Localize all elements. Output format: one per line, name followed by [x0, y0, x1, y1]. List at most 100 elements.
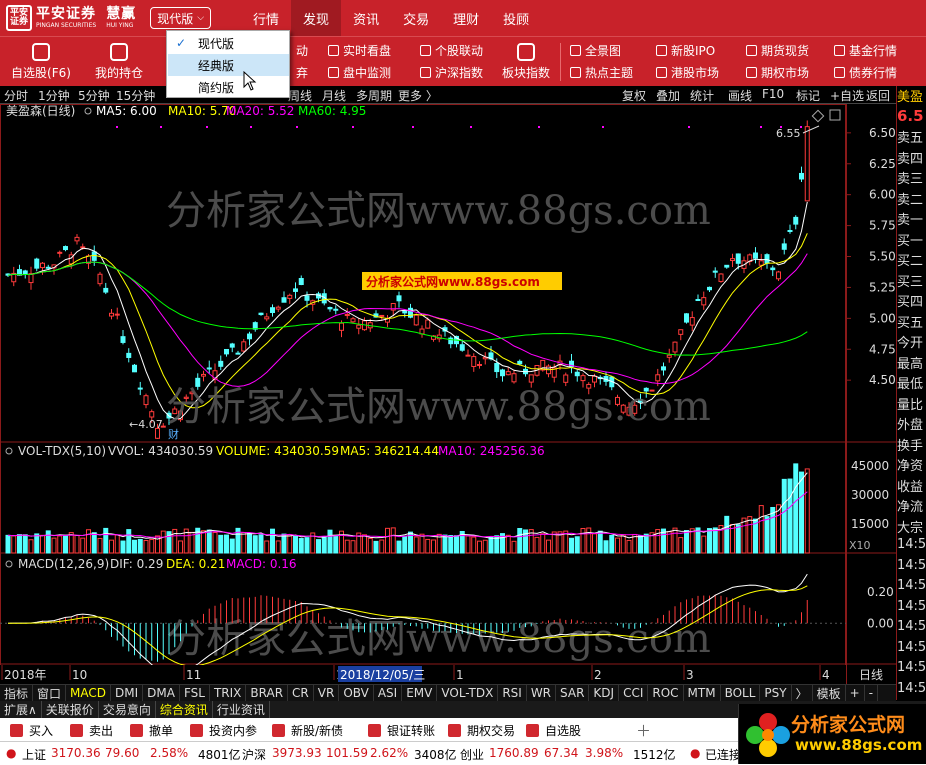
nav-item-4[interactable]: 理财: [441, 0, 491, 36]
volume-bar: [574, 536, 580, 554]
nav-item-3[interactable]: 交易: [391, 0, 441, 36]
chart-tool-1[interactable]: 叠加: [656, 87, 680, 104]
period-tab-5[interactable]: 月线: [322, 87, 346, 104]
chart-tool-0[interactable]: 复权: [622, 87, 646, 104]
nav-item-1[interactable]: 发现: [291, 0, 342, 36]
version-select[interactable]: 现代版 ⌵: [150, 7, 212, 29]
bottom-tab-4[interactable]: 行业资讯: [213, 701, 270, 718]
trade-button-4[interactable]: 新股/新债: [272, 718, 343, 742]
hs-label: 沪深: [242, 748, 267, 762]
candle-body: [287, 294, 293, 299]
indicator-tab-3[interactable]: DMI: [111, 685, 144, 701]
toolbar-link-1-1[interactable]: 盘中监测: [328, 61, 391, 83]
indicator-tab-24[interactable]: 模板: [813, 685, 846, 701]
period-tab-6[interactable]: 多周期: [356, 87, 392, 104]
toolbar-document-button[interactable]: 我的持仓: [82, 37, 156, 87]
app-window: 平安证券 平安证券 PINGAN SECURITIES 慧赢 HUI YING …: [0, 0, 926, 765]
indicator-tab-19[interactable]: ROC: [648, 685, 684, 701]
indicator-tab-17[interactable]: KDJ: [589, 685, 620, 701]
toolbar-link-1-4[interactable]: 港股市场: [656, 61, 719, 83]
indicator-tab-9[interactable]: VR: [314, 685, 340, 701]
toolbar-link-0-2[interactable]: 个股联动: [420, 39, 483, 61]
kline-chart[interactable]: 美盈森(日线) MA5: 6.00 MA10: 5.70MA20: 5.52 MA60…: [0, 104, 846, 684]
indicator-tab-18[interactable]: CCI: [619, 685, 649, 701]
version-option-0[interactable]: ✓ 现代版: [168, 32, 289, 54]
trade-button-3[interactable]: 投资内参: [190, 718, 257, 742]
trade-button-2[interactable]: 撤单: [130, 718, 173, 742]
indicator-tab-21[interactable]: BOLL: [721, 685, 761, 701]
vol-unit-label: X10: [849, 539, 871, 552]
indicator-tab-23[interactable]: 〉: [792, 685, 813, 701]
indicator-tab-14[interactable]: RSI: [498, 685, 527, 701]
toolbar-link-0-0[interactable]: 动: [296, 39, 308, 61]
indicator-tab-4[interactable]: DMA: [143, 685, 180, 701]
period-tab-7[interactable]: 更多 〉: [398, 87, 438, 104]
nav-item-5[interactable]: 投顾: [491, 0, 541, 36]
indicator-tab-22[interactable]: PSY: [760, 685, 792, 701]
version-select-label: 现代版: [157, 11, 194, 26]
toolbar-link-1-3[interactable]: 热点主题: [570, 61, 633, 83]
indicator-tab-11[interactable]: ASI: [374, 685, 403, 701]
period-tab-4[interactable]: 周线: [288, 87, 312, 104]
indicator-tab-0[interactable]: 指标: [0, 685, 34, 701]
period-tab-2[interactable]: 5分钟: [78, 87, 110, 104]
volume-bar: [367, 537, 373, 554]
trade-button-0[interactable]: 买入: [10, 718, 53, 742]
product-name: 慧赢: [106, 6, 137, 22]
chart-tool-3[interactable]: 画线: [728, 87, 752, 104]
period-tab-0[interactable]: 分时: [4, 87, 28, 104]
candle-body: [258, 312, 264, 316]
toolbar-bookmark-button[interactable]: 自选股(F6): [4, 37, 78, 87]
indicator-tab-25[interactable]: +: [846, 685, 865, 701]
indicator-tab-6[interactable]: TRIX: [210, 685, 247, 701]
indicator-tab-5[interactable]: FSL: [180, 685, 210, 701]
bottom-tab-0[interactable]: 扩展∧: [0, 701, 42, 718]
toolbar-link-1-2[interactable]: 沪深指数: [420, 61, 483, 83]
period-label[interactable]: 日线: [859, 668, 883, 682]
chart-tool-5[interactable]: 标记: [796, 87, 820, 104]
maximize-icon[interactable]: [829, 109, 841, 121]
volume-bar: [40, 534, 45, 554]
bottom-tab-2[interactable]: 交易意向: [99, 701, 156, 718]
toolbar-link-0-6[interactable]: 基金行情: [834, 39, 897, 61]
trade-button-6[interactable]: 期权交易: [448, 718, 515, 742]
indicator-tab-26[interactable]: -: [865, 685, 879, 701]
toolbar-link-0-1[interactable]: 实时看盘: [328, 39, 391, 61]
indicator-tab-16[interactable]: SAR: [556, 685, 590, 701]
toolbar-link-0-5[interactable]: 期货现货: [746, 39, 809, 61]
nav-item-2[interactable]: 资讯: [341, 0, 391, 36]
indicator-tab-10[interactable]: OBV: [339, 685, 374, 701]
volume-bar: [327, 529, 333, 554]
version-option-2[interactable]: 简约版: [168, 76, 289, 98]
chart-tool-4[interactable]: F10: [762, 87, 784, 101]
add-shortcut-button[interactable]: ＋: [636, 718, 651, 742]
toolbar-link-0-3[interactable]: 全景图: [570, 39, 621, 61]
indicator-tab-15[interactable]: WR: [527, 685, 557, 701]
toolbar-link-1-6[interactable]: 债券行情: [834, 61, 897, 83]
toolbar-link-1-0[interactable]: 弃: [296, 61, 308, 83]
trade-button-1[interactable]: 卖出: [70, 718, 113, 742]
candle-body: [379, 314, 385, 317]
indicator-tab-12[interactable]: EMV: [402, 685, 438, 701]
trade-button-7[interactable]: 自选股: [526, 718, 581, 742]
chart-tool-6[interactable]: +自选: [830, 87, 864, 104]
trade-button-5[interactable]: 银证转账: [368, 718, 435, 742]
period-tab-1[interactable]: 1分钟: [38, 87, 70, 104]
indicator-tab-13[interactable]: VOL-TDX: [437, 685, 499, 701]
indicator-tab-20[interactable]: MTM: [684, 685, 721, 701]
bottom-tab-3[interactable]: 综合资讯: [156, 701, 213, 718]
volume-bar: [580, 527, 586, 554]
chart-tool-7[interactable]: 返回: [866, 87, 890, 104]
bottom-tab-1[interactable]: 关联报价: [42, 701, 99, 718]
version-option-1[interactable]: 经典版: [168, 54, 289, 76]
toolbar-link-1-5[interactable]: 期权市场: [746, 61, 809, 83]
indicator-tab-2[interactable]: MACD: [66, 685, 112, 701]
indicator-tab-8[interactable]: CR: [288, 685, 314, 701]
chart-tool-2[interactable]: 统计: [690, 87, 714, 104]
indicator-tab-7[interactable]: BRAR: [246, 685, 289, 701]
volume-bar: [350, 540, 356, 554]
toolbar-link-0-4[interactable]: 新股IPO: [656, 39, 715, 61]
toolbar-globe-button[interactable]: 板块指数: [494, 37, 558, 87]
period-tab-3[interactable]: 15分钟: [116, 87, 155, 104]
indicator-tab-1[interactable]: 窗口: [33, 685, 67, 701]
